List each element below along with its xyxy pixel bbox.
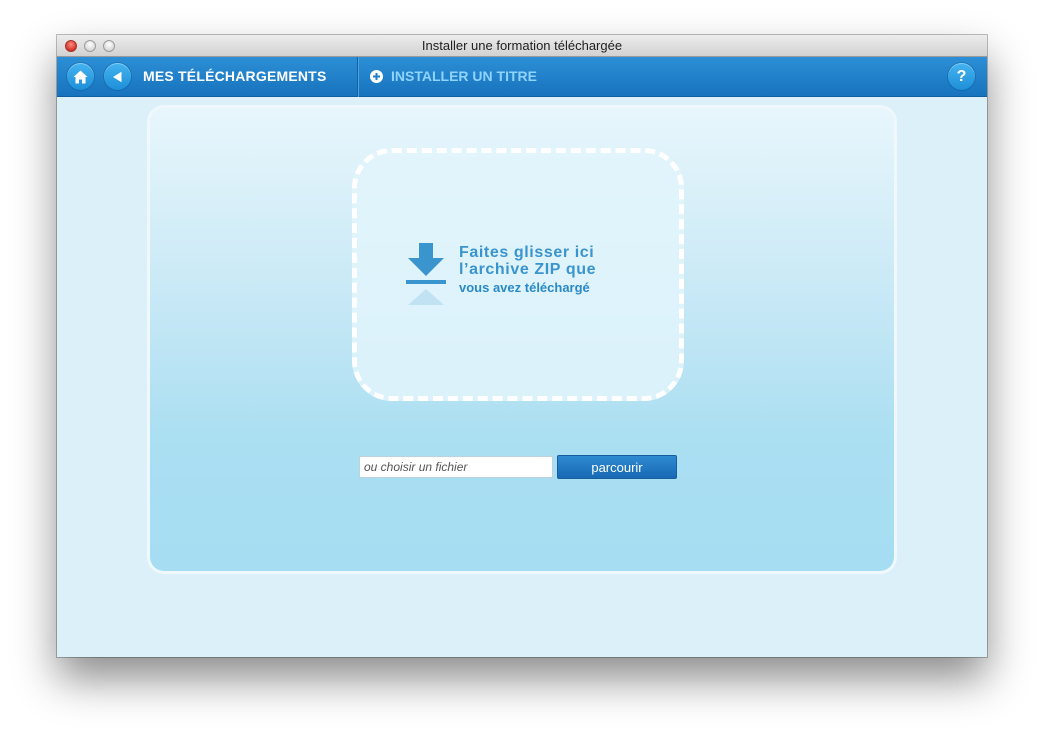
drop-zone-instructions: Faites glisser ici l’archive ZIP que vou… bbox=[459, 244, 597, 295]
file-path-input[interactable] bbox=[359, 456, 553, 478]
drop-zone-line-1: Faites glisser ici bbox=[459, 244, 595, 261]
help-button[interactable]: ? bbox=[948, 63, 975, 90]
drop-zone-line-2: l’archive ZIP que bbox=[459, 260, 597, 278]
drop-zone-line-3: vous avez téléchargé bbox=[459, 279, 590, 295]
install-title-tab: INSTALLER UN TITRE bbox=[370, 68, 537, 84]
main-panel: Faites glisser ici l’archive ZIP que vou… bbox=[150, 108, 894, 571]
plus-circle-icon bbox=[370, 69, 383, 83]
back-arrow-icon bbox=[113, 71, 122, 82]
back-button[interactable] bbox=[104, 63, 131, 90]
help-icon: ? bbox=[956, 67, 967, 85]
title-bar: Installer une formation téléchargée bbox=[57, 35, 987, 57]
browse-button[interactable]: parcourir bbox=[557, 455, 677, 479]
section-title: MES TÉLÉCHARGEMENTS bbox=[143, 68, 327, 84]
install-title-label: INSTALLER UN TITRE bbox=[391, 68, 537, 84]
download-arrow-icon bbox=[406, 243, 446, 305]
app-window: Installer une formation téléchargée MES … bbox=[57, 35, 987, 657]
toolbar-divider bbox=[358, 57, 359, 97]
home-icon bbox=[73, 70, 88, 83]
toolbar: MES TÉLÉCHARGEMENTS INSTALLER UN TITRE ? bbox=[57, 57, 987, 97]
home-button[interactable] bbox=[67, 63, 94, 90]
window-title: Installer une formation téléchargée bbox=[421, 38, 623, 53]
zip-drop-zone[interactable]: Faites glisser ici l’archive ZIP que vou… bbox=[352, 148, 684, 401]
